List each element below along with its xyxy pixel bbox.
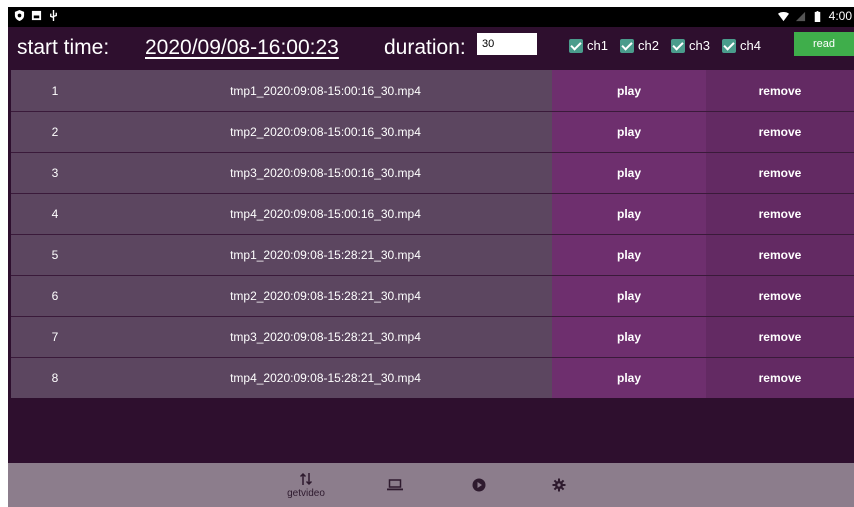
start-time-value[interactable]: 2020/09/08-16:00:23 bbox=[145, 36, 339, 60]
play-button[interactable]: play bbox=[552, 112, 706, 152]
duration-label: duration: bbox=[384, 36, 466, 59]
gear-icon bbox=[552, 478, 566, 492]
battery-icon bbox=[814, 10, 820, 22]
nav-getvideo-label: getvideo bbox=[287, 487, 325, 499]
table-row: 3 tmp3_2020:09:08-15:00:16_30.mp4 play r… bbox=[11, 152, 854, 193]
table-row: 5 tmp1_2020:09:08-15:28:21_30.mp4 play r… bbox=[11, 234, 854, 275]
nav-laptop[interactable] bbox=[380, 463, 410, 507]
shield-icon bbox=[14, 10, 25, 21]
ch4-checkbox[interactable]: ch4 bbox=[722, 38, 761, 53]
checkbox-checked-icon bbox=[620, 38, 634, 53]
remove-button[interactable]: remove bbox=[706, 112, 854, 152]
file-name: tmp4_2020:09:08-15:28:21_30.mp4 bbox=[230, 371, 421, 385]
file-name: tmp1_2020:09:08-15:28:21_30.mp4 bbox=[230, 248, 421, 262]
remove-button[interactable]: remove bbox=[706, 317, 854, 357]
remove-button[interactable]: remove bbox=[706, 194, 854, 234]
usb-icon bbox=[50, 10, 57, 21]
table-row: 8 tmp4_2020:09:08-15:28:21_30.mp4 play r… bbox=[11, 357, 854, 398]
read-button[interactable]: read bbox=[794, 32, 854, 56]
play-button[interactable]: play bbox=[552, 235, 706, 275]
file-name: tmp4_2020:09:08-15:00:16_30.mp4 bbox=[230, 207, 421, 221]
signal-off-icon bbox=[795, 11, 805, 21]
row-number: 2 bbox=[51, 125, 59, 139]
row-number: 7 bbox=[51, 330, 59, 344]
nav-getvideo[interactable]: getvideo bbox=[278, 463, 334, 507]
play-circle-icon bbox=[472, 478, 486, 492]
file-cell[interactable]: 6 tmp2_2020:09:08-15:28:21_30.mp4 bbox=[11, 276, 552, 316]
ch4-label: ch4 bbox=[740, 38, 761, 53]
play-button[interactable]: play bbox=[552, 70, 706, 111]
ch1-label: ch1 bbox=[587, 38, 608, 53]
status-bar: 4:00 bbox=[8, 7, 854, 27]
table-row: 6 tmp2_2020:09:08-15:28:21_30.mp4 play r… bbox=[11, 275, 854, 316]
row-number: 3 bbox=[51, 166, 59, 180]
bottom-nav: getvideo bbox=[8, 463, 854, 507]
duration-input[interactable] bbox=[477, 33, 537, 55]
file-cell[interactable]: 5 tmp1_2020:09:08-15:28:21_30.mp4 bbox=[11, 235, 552, 275]
remove-button[interactable]: remove bbox=[706, 153, 854, 193]
file-name: tmp3_2020:09:08-15:00:16_30.mp4 bbox=[230, 166, 421, 180]
file-cell[interactable]: 2 tmp2_2020:09:08-15:00:16_30.mp4 bbox=[11, 112, 552, 152]
file-cell[interactable]: 1 tmp1_2020:09:08-15:00:16_30.mp4 bbox=[11, 70, 552, 111]
remove-button[interactable]: remove bbox=[706, 70, 854, 111]
table-row: 7 tmp3_2020:09:08-15:28:21_30.mp4 play r… bbox=[11, 316, 854, 357]
checkbox-checked-icon bbox=[722, 38, 736, 53]
table-row: 4 tmp4_2020:09:08-15:00:16_30.mp4 play r… bbox=[11, 193, 854, 234]
play-button[interactable]: play bbox=[552, 276, 706, 316]
table-row: 2 tmp2_2020:09:08-15:00:16_30.mp4 play r… bbox=[11, 111, 854, 152]
play-button[interactable]: play bbox=[552, 358, 706, 398]
checkbox-checked-icon bbox=[569, 38, 583, 53]
row-number: 5 bbox=[51, 248, 59, 262]
remove-button[interactable]: remove bbox=[706, 235, 854, 275]
ch2-label: ch2 bbox=[638, 38, 659, 53]
table-row: 1 tmp1_2020:09:08-15:00:16_30.mp4 play r… bbox=[11, 70, 854, 111]
remove-button[interactable]: remove bbox=[706, 276, 854, 316]
file-name: tmp3_2020:09:08-15:28:21_30.mp4 bbox=[230, 330, 421, 344]
laptop-icon bbox=[387, 479, 403, 491]
file-name: tmp2_2020:09:08-15:00:16_30.mp4 bbox=[230, 125, 421, 139]
ch2-checkbox[interactable]: ch2 bbox=[620, 38, 659, 53]
file-name: tmp2_2020:09:08-15:28:21_30.mp4 bbox=[230, 289, 421, 303]
start-time-label: start time: bbox=[17, 36, 110, 59]
nav-play[interactable] bbox=[464, 463, 494, 507]
video-file-list: 1 tmp1_2020:09:08-15:00:16_30.mp4 play r… bbox=[11, 70, 854, 398]
file-cell[interactable]: 4 tmp4_2020:09:08-15:00:16_30.mp4 bbox=[11, 194, 552, 234]
remove-button[interactable]: remove bbox=[706, 358, 854, 398]
row-number: 6 bbox=[51, 289, 59, 303]
wifi-icon bbox=[777, 11, 789, 21]
file-cell[interactable]: 3 tmp3_2020:09:08-15:00:16_30.mp4 bbox=[11, 153, 552, 193]
getvideo-icon bbox=[299, 472, 313, 485]
ch3-checkbox[interactable]: ch3 bbox=[671, 38, 710, 53]
play-button[interactable]: play bbox=[552, 194, 706, 234]
file-name: tmp1_2020:09:08-15:00:16_30.mp4 bbox=[230, 83, 421, 98]
file-cell[interactable]: 8 tmp4_2020:09:08-15:28:21_30.mp4 bbox=[11, 358, 552, 398]
header-bar: start time: 2020/09/08-16:00:23 duration… bbox=[8, 27, 854, 73]
status-time: 4:00 bbox=[828, 9, 852, 23]
ch3-label: ch3 bbox=[689, 38, 710, 53]
play-button[interactable]: play bbox=[552, 153, 706, 193]
nav-settings[interactable] bbox=[544, 463, 574, 507]
row-number: 1 bbox=[51, 83, 59, 98]
image-icon bbox=[31, 10, 42, 21]
row-number: 4 bbox=[51, 207, 59, 221]
ch1-checkbox[interactable]: ch1 bbox=[569, 38, 608, 53]
row-number: 8 bbox=[51, 371, 59, 385]
checkbox-checked-icon bbox=[671, 38, 685, 53]
play-button[interactable]: play bbox=[552, 317, 706, 357]
file-cell[interactable]: 7 tmp3_2020:09:08-15:28:21_30.mp4 bbox=[11, 317, 552, 357]
app-screen: 4:00 start time: 2020/09/08-16:00:23 dur… bbox=[8, 7, 854, 507]
